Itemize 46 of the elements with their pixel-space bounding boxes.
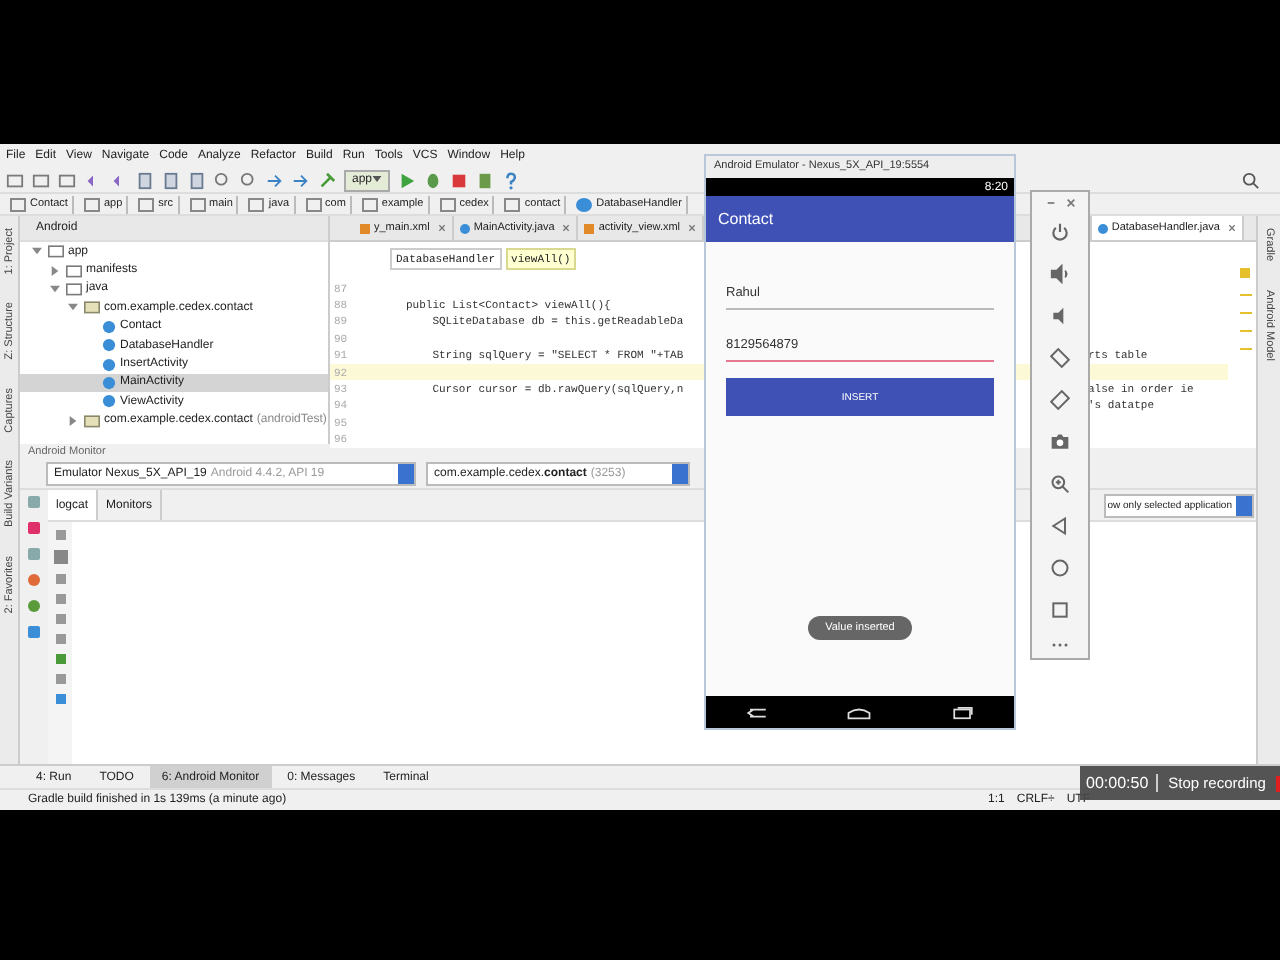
stripe-marker[interactable] xyxy=(1240,294,1252,296)
recording-timer: 00:00:50 xyxy=(1086,774,1159,792)
folder-icon xyxy=(189,197,205,211)
folder-icon xyxy=(305,197,322,211)
rotate-left-icon[interactable] xyxy=(1050,348,1070,368)
package-icon xyxy=(84,300,100,315)
expand-arrow-icon[interactable] xyxy=(68,415,78,426)
class-icon xyxy=(459,223,470,233)
hammer-icon[interactable] xyxy=(318,171,336,189)
folder-icon xyxy=(361,197,378,211)
stop-icon[interactable] xyxy=(450,171,469,189)
overview-icon[interactable] xyxy=(1050,600,1070,620)
volume-up-icon[interactable] xyxy=(1050,264,1070,284)
warning-marker[interactable] xyxy=(1240,268,1250,278)
forward-icon[interactable] xyxy=(292,171,310,189)
rotate-right-icon[interactable] xyxy=(1050,390,1070,410)
minimize-icon[interactable] xyxy=(1045,198,1055,208)
close-icon[interactable] xyxy=(437,224,446,232)
folder-icon xyxy=(248,197,265,211)
stripe-marker[interactable] xyxy=(1240,312,1252,314)
folder-icon xyxy=(439,197,456,211)
app-title: Contact xyxy=(718,210,774,228)
bug-icon[interactable] xyxy=(424,171,443,189)
folder-icon xyxy=(83,197,100,211)
xml-file-icon xyxy=(360,223,370,233)
expand-arrow-icon[interactable] xyxy=(68,302,78,313)
folder-icon xyxy=(138,197,155,211)
package-icon xyxy=(84,413,100,428)
expand-arrow-icon[interactable] xyxy=(32,246,42,257)
expand-arrow-icon[interactable] xyxy=(50,265,60,276)
xml-file-icon xyxy=(584,223,595,233)
stripe-marker[interactable] xyxy=(1240,330,1252,332)
close-icon[interactable] xyxy=(688,224,697,232)
recents-icon[interactable] xyxy=(952,705,975,719)
zoom-icon[interactable] xyxy=(1050,474,1070,494)
class-icon xyxy=(576,197,593,211)
class-icon xyxy=(1097,223,1108,233)
caret-icon[interactable] xyxy=(372,175,383,181)
folder-icon xyxy=(504,197,521,211)
stripe-marker[interactable] xyxy=(1240,348,1252,350)
close-icon[interactable] xyxy=(1065,198,1075,208)
close-icon[interactable] xyxy=(1228,224,1236,232)
power-icon[interactable] xyxy=(1050,222,1070,242)
expand-arrow-icon[interactable] xyxy=(50,283,60,294)
more-icon[interactable] xyxy=(1050,642,1070,648)
close-icon[interactable] xyxy=(562,224,571,232)
